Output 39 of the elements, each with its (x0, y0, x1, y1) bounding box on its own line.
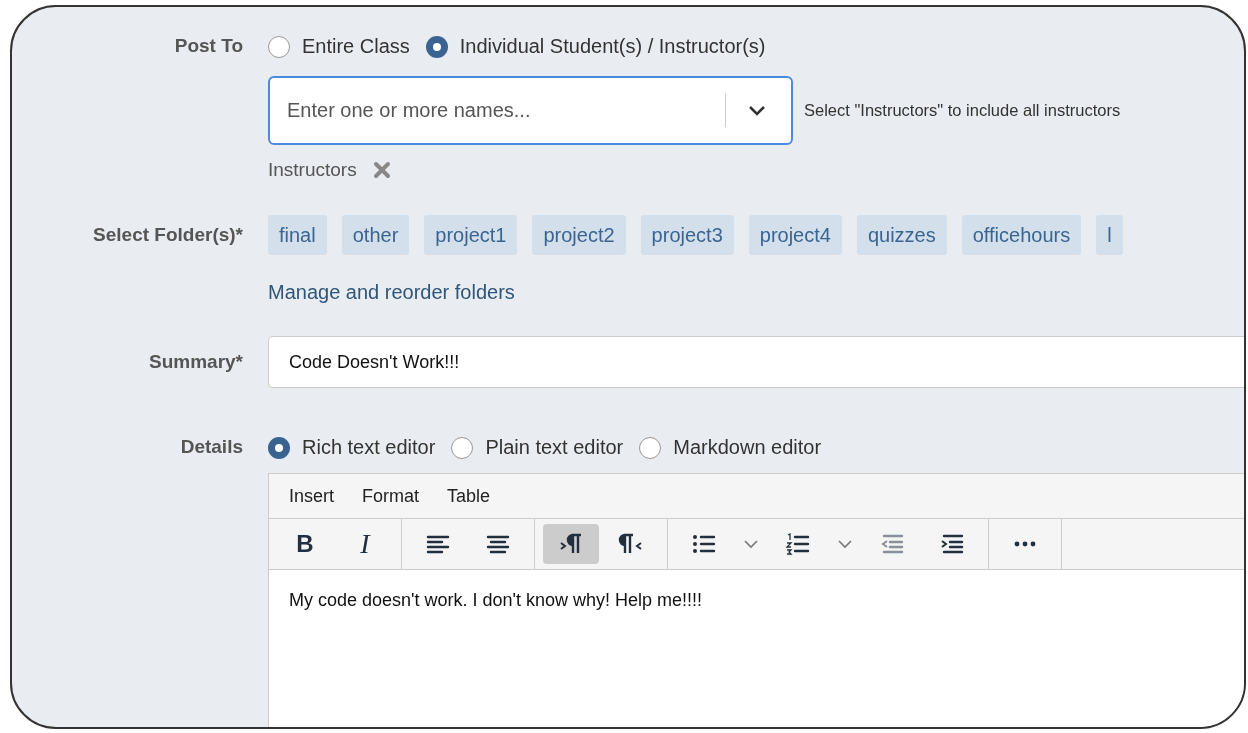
folder-tag[interactable]: project2 (532, 215, 626, 255)
folder-tag[interactable]: project3 (640, 215, 734, 255)
summary-field[interactable]: Code Doesn't Work!!! (268, 336, 1244, 388)
recipients-field[interactable]: Enter one or more names... (268, 76, 793, 145)
italic-button[interactable]: I (337, 524, 393, 564)
editor-text[interactable]: My code doesn't work. I don't know why! Help me!!!! (269, 570, 1244, 631)
bold-button[interactable]: B (277, 524, 333, 564)
radio-label: Plain text editor (485, 436, 624, 459)
folder-tag[interactable]: project4 (748, 215, 842, 255)
radio-label: Individual Student(s) / Instructor(s) (459, 35, 766, 58)
folder-tag[interactable]: quizzes (856, 215, 947, 255)
radio-button[interactable] (425, 35, 448, 58)
radio-button[interactable] (639, 436, 662, 459)
field-label: Select Folder(s)* (93, 223, 243, 246)
recipient-name: Instructors (268, 159, 357, 181)
radio-label: Rich text editor (302, 436, 436, 459)
manage-folders-link[interactable]: Manage and reorder folders (268, 281, 515, 304)
menu-item[interactable]: Table (447, 485, 491, 507)
radio-button[interactable] (451, 436, 474, 459)
numbered-list-icon (785, 531, 811, 557)
radio-label: Entire Class (302, 35, 410, 58)
remove-icon[interactable] (372, 161, 391, 179)
ltr-button[interactable] (543, 524, 599, 564)
menu-item[interactable]: Format (362, 485, 420, 507)
radio-label: Markdown editor (673, 436, 822, 459)
field-label: Details (180, 436, 243, 458)
radio-button[interactable] (268, 436, 290, 459)
field-label: Summary* (149, 351, 243, 373)
hint-text: Select "Instructors" to include all instructors (804, 101, 1121, 120)
radio-button[interactable] (268, 35, 290, 58)
more-icon (1012, 541, 1038, 547)
folder-tag[interactable]: project1 (424, 215, 518, 255)
chevron-down-icon[interactable] (747, 103, 767, 117)
folder-tag[interactable]: l (1096, 215, 1123, 255)
field-label: Post To (174, 35, 243, 58)
folder-tag[interactable]: officehours (961, 215, 1082, 255)
menu-item[interactable]: Insert (289, 485, 335, 507)
folder-tag[interactable]: final (268, 215, 327, 255)
folder-tag[interactable]: other (341, 215, 410, 255)
